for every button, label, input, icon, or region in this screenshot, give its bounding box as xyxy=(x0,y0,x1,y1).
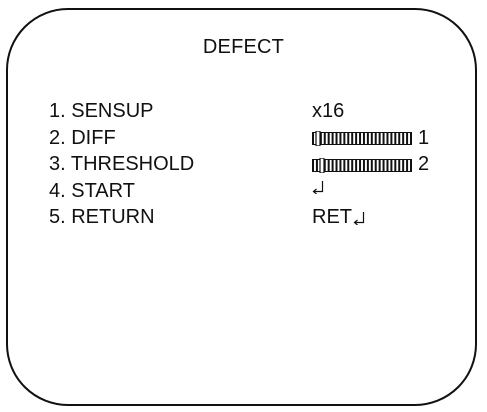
return-value[interactable]: RET xyxy=(312,204,365,230)
diff-slider[interactable]: 1 xyxy=(312,125,429,151)
threshold-slider-graphic xyxy=(312,157,412,173)
menu-item-diff[interactable]: 2. DIFF 1 xyxy=(49,125,449,152)
enter-icon xyxy=(312,180,324,194)
menu-title: DEFECT xyxy=(202,36,285,58)
threshold-slider-value: 2 xyxy=(418,153,430,175)
diff-slider-value: 1 xyxy=(418,126,430,149)
enter-icon xyxy=(353,211,365,225)
diff-slider-graphic xyxy=(312,131,412,146)
menu-item-label: 4. START xyxy=(49,179,135,202)
return-value-text: RET xyxy=(312,206,352,228)
menu-item-label: 5. RETURN xyxy=(49,206,155,228)
threshold-slider-track[interactable] xyxy=(312,157,412,173)
menu-item-label: 1. SENSUP xyxy=(49,100,154,122)
threshold-slider[interactable]: 2 xyxy=(312,151,429,177)
menu-item-start[interactable]: 4. START xyxy=(49,178,449,205)
sensup-value-text: x16 xyxy=(312,100,345,122)
menu-item-return[interactable]: 5. RETURN RET xyxy=(49,204,449,231)
menu-item-label: 3. THRESHOLD xyxy=(49,153,195,175)
menu-item-sensup[interactable]: 1. SENSUP x16 xyxy=(49,98,449,125)
sensup-value[interactable]: x16 xyxy=(312,98,344,124)
menu-item-threshold[interactable]: 3. THRESHOLD 2 xyxy=(49,151,449,178)
diff-slider-track[interactable] xyxy=(312,131,412,146)
menu-list: 1. SENSUP x16 2. DIFF 1 3. THRESHOLD 2 4… xyxy=(49,98,449,231)
menu-item-label: 2. DIFF xyxy=(49,126,116,149)
start-value[interactable] xyxy=(312,178,324,194)
